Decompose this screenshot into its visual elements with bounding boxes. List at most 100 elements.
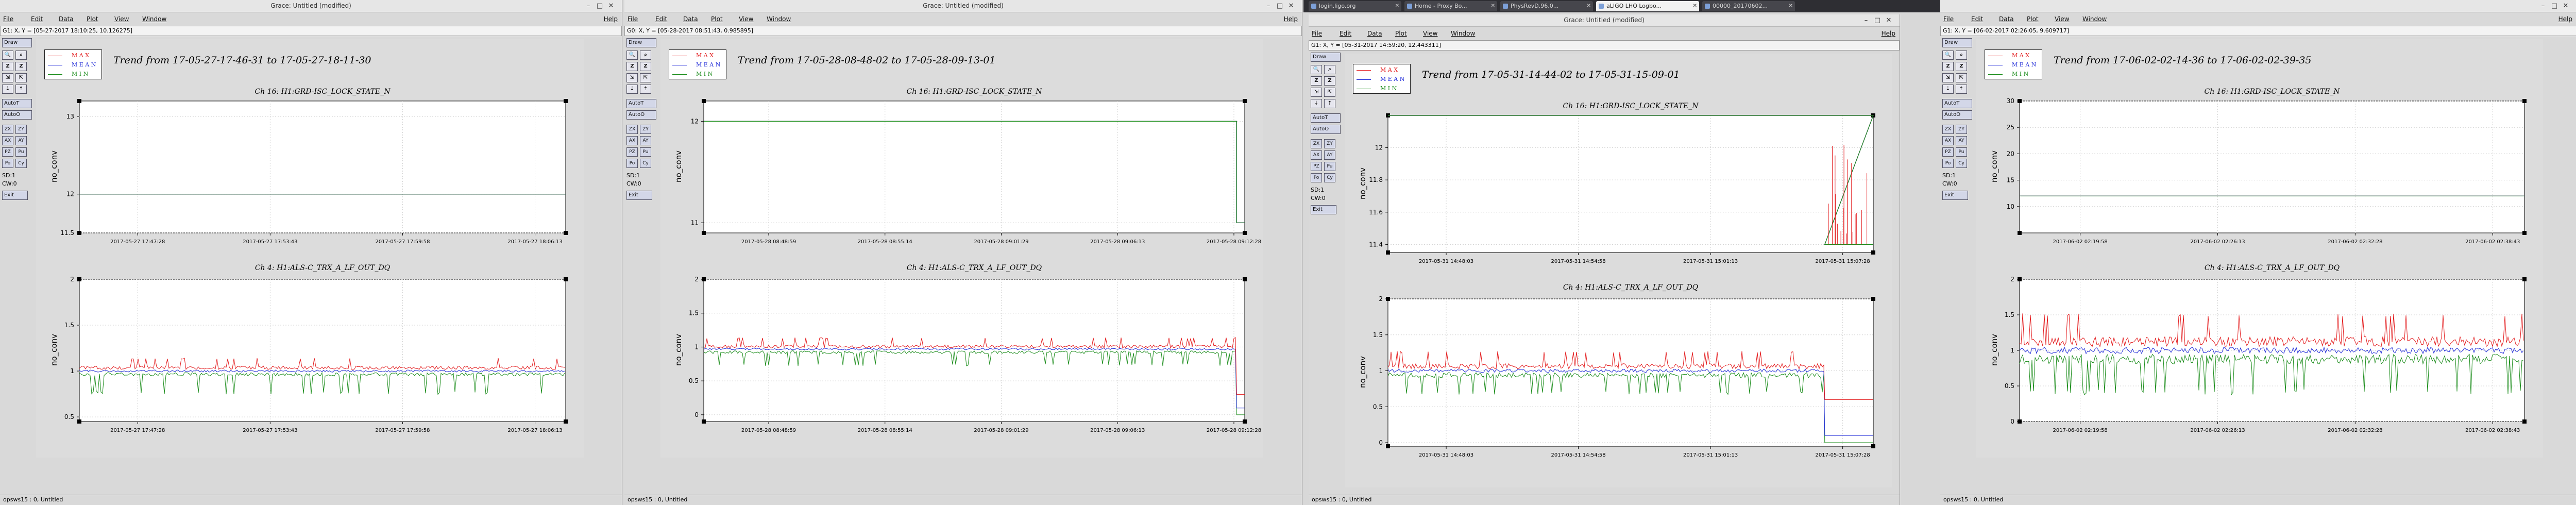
- pop-button[interactable]: Pu: [1956, 147, 1967, 157]
- graph-corner-handle[interactable]: [1871, 444, 1875, 448]
- zoom-in-icon[interactable]: ⌕: [1324, 65, 1335, 74]
- autotick-y-button[interactable]: AY: [640, 136, 651, 145]
- graph-corner-handle[interactable]: [2522, 231, 2527, 235]
- graph-corner-handle[interactable]: [2018, 99, 2022, 103]
- autotick-x-button[interactable]: AX: [1311, 150, 1322, 160]
- autotick-x-button[interactable]: AX: [2, 136, 13, 145]
- graph-corner-handle[interactable]: [2522, 419, 2527, 424]
- close-icon[interactable]: ✕: [1693, 1, 1697, 11]
- menu-plot[interactable]: Plot: [2027, 15, 2039, 23]
- autoscale-o-button[interactable]: AutoO: [626, 110, 656, 120]
- minimize-icon[interactable]: –: [2538, 2, 2548, 11]
- menu-plot[interactable]: Plot: [1395, 30, 1407, 37]
- arrow-up-icon[interactable]: ⇡: [1956, 85, 1967, 94]
- menu-edit[interactable]: Edit: [1340, 30, 1351, 37]
- browser-tab[interactable]: Home - Proxy Bo... ✕: [1404, 1, 1497, 11]
- autoscale-t-button[interactable]: AutoT: [1942, 99, 1972, 108]
- menu-edit[interactable]: Edit: [1971, 15, 1983, 23]
- plot-canvas[interactable]: M A XM E A NM I N Trend from 17-05-31-14-…: [1345, 54, 1892, 487]
- arrow-up-icon[interactable]: ⇡: [640, 85, 651, 94]
- zoom-y-icon[interactable]: Z: [1324, 76, 1335, 86]
- menu-view[interactable]: View: [1423, 30, 1437, 37]
- graph-corner-handle[interactable]: [702, 231, 706, 235]
- browser-tab[interactable]: login.ligo.org ✕: [1309, 1, 1401, 11]
- graph[interactable]: 10 15 20 25 30 2017-06-02 02:19:58 2017-06-02 …: [2007, 97, 2527, 245]
- plot-canvas[interactable]: M A XM E A NM I N Trend from 17-06-02-02-…: [1976, 39, 2543, 458]
- minimize-icon[interactable]: –: [1861, 16, 1871, 25]
- cycle-button[interactable]: Cy: [1956, 159, 1967, 168]
- browser-tab[interactable]: PhysRevD.96.0... ✕: [1500, 1, 1593, 11]
- graph-corner-handle[interactable]: [702, 99, 706, 103]
- graph[interactable]: 0.5 1 1.5 2 2017-05-27 17:47:28 2017-05-27 17…: [64, 276, 568, 433]
- menu-plot[interactable]: Plot: [711, 15, 723, 23]
- menu-window[interactable]: Window: [2082, 15, 2107, 23]
- maximize-icon[interactable]: □: [2550, 2, 2559, 11]
- graph-corner-handle[interactable]: [2522, 277, 2527, 281]
- graph[interactable]: 0 0.5 1 1.5 2 2017-05-31 14:48:03 2017-05-31 1…: [1373, 295, 1875, 458]
- graph-corner-handle[interactable]: [564, 99, 568, 103]
- zoom-y-icon[interactable]: Z: [640, 62, 651, 71]
- graph[interactable]: 0 0.5 1 1.5 2 2017-06-02 02:19:58 2017-06-02 0…: [2005, 276, 2527, 433]
- autoscale-t-button[interactable]: AutoT: [2, 99, 32, 108]
- graph-corner-handle[interactable]: [564, 277, 568, 281]
- exit-button[interactable]: Exit: [626, 191, 652, 200]
- cycle-button[interactable]: Cy: [1324, 173, 1335, 182]
- pop-button[interactable]: Pu: [15, 147, 27, 157]
- close-icon[interactable]: ✕: [1789, 1, 1793, 11]
- menu-data[interactable]: Data: [683, 15, 698, 23]
- zoom-y-button[interactable]: ZY: [15, 125, 27, 134]
- push-zoom-button[interactable]: PZ: [626, 147, 638, 157]
- menu-data[interactable]: Data: [1999, 15, 2014, 23]
- graph-corner-handle[interactable]: [564, 419, 568, 424]
- zoom-icon[interactable]: 🔍: [1942, 50, 1954, 60]
- minimize-icon[interactable]: –: [584, 2, 593, 11]
- autotick-y-button[interactable]: AY: [15, 136, 27, 145]
- pop-button[interactable]: Pu: [1324, 162, 1335, 171]
- push-zoom-button[interactable]: PZ: [1942, 147, 1954, 157]
- pop-button[interactable]: Pu: [640, 147, 651, 157]
- push-zoom-button[interactable]: PZ: [2, 147, 13, 157]
- zoom-x-icon[interactable]: Z: [2, 62, 13, 71]
- menu-edit[interactable]: Edit: [31, 15, 43, 23]
- close-icon[interactable]: ✕: [1491, 1, 1495, 11]
- graph-corner-handle[interactable]: [702, 277, 706, 281]
- pop-zoom-button[interactable]: Po: [1311, 173, 1322, 182]
- autoscale-t-button[interactable]: AutoT: [626, 99, 656, 108]
- arrow-up-icon[interactable]: ⇡: [1324, 99, 1335, 108]
- graph[interactable]: 11.5 12 13 2017-05-27 17:47:28 2017-05-27 17…: [60, 99, 568, 245]
- graph-corner-handle[interactable]: [77, 419, 81, 424]
- menu-view[interactable]: View: [739, 15, 753, 23]
- graph-corner-handle[interactable]: [77, 231, 81, 235]
- graph-corner-handle[interactable]: [77, 99, 81, 103]
- zoom-in-icon[interactable]: ⌕: [1956, 50, 1967, 60]
- graph[interactable]: 0 0.5 1 1.5 2 2017-05-28 08:48:59 2017-05-28 0…: [689, 276, 1261, 433]
- exit-button[interactable]: Exit: [1311, 205, 1336, 214]
- autotick-y-button[interactable]: AY: [1324, 150, 1335, 160]
- close-icon[interactable]: ✕: [1587, 1, 1591, 11]
- zoom-y-button[interactable]: ZY: [640, 125, 651, 134]
- arrow-down-icon[interactable]: ⇣: [1942, 85, 1954, 94]
- graph-corner-handle[interactable]: [1871, 250, 1875, 255]
- autoscale-t-button[interactable]: AutoT: [1311, 113, 1341, 123]
- autotick-y-button[interactable]: AY: [1956, 136, 1967, 145]
- pop-zoom-button[interactable]: Po: [626, 159, 638, 168]
- maximize-icon[interactable]: □: [1873, 16, 1882, 25]
- graph-corner-handle[interactable]: [1871, 297, 1875, 301]
- maximize-icon[interactable]: □: [595, 2, 604, 11]
- browser-tab[interactable]: 00000_20170602... ✕: [1702, 1, 1795, 11]
- menu-help[interactable]: Help: [1284, 15, 1298, 23]
- maximize-icon[interactable]: □: [1275, 2, 1284, 11]
- graph-corner-handle[interactable]: [2522, 99, 2527, 103]
- cycle-button[interactable]: Cy: [640, 159, 651, 168]
- menu-edit[interactable]: Edit: [655, 15, 667, 23]
- menu-help[interactable]: Help: [2558, 15, 2572, 23]
- menu-plot[interactable]: Plot: [87, 15, 98, 23]
- expand-icon[interactable]: ⇲: [1942, 73, 1954, 82]
- graph-corner-handle[interactable]: [702, 419, 706, 424]
- autoscale-o-button[interactable]: AutoO: [1942, 110, 1972, 120]
- window-titlebar[interactable]: Grace: Untitled (modified) – □ ✕: [0, 0, 622, 12]
- close-icon[interactable]: ✕: [2561, 2, 2570, 11]
- menu-help[interactable]: Help: [1882, 30, 1895, 37]
- autoscale-o-button[interactable]: AutoO: [1311, 125, 1341, 134]
- draw-button[interactable]: Draw: [1942, 38, 1972, 47]
